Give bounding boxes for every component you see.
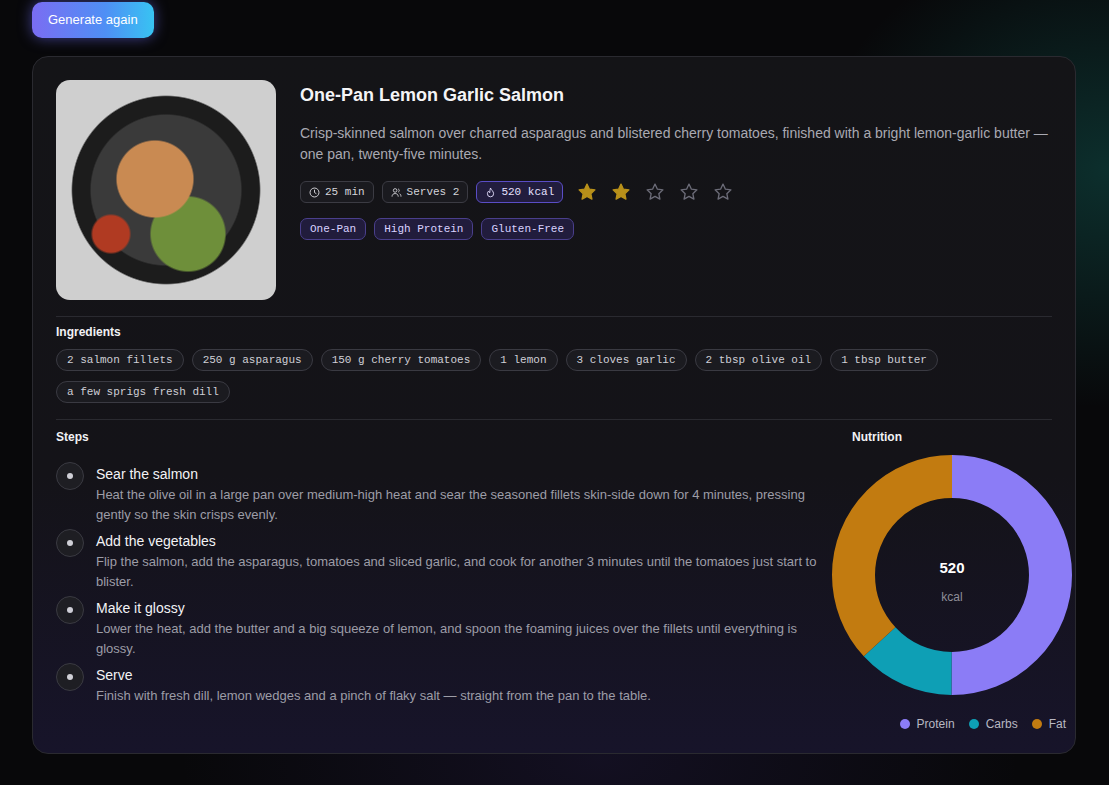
step-title: Sear the salmon xyxy=(96,466,820,482)
recipe-description: Crisp-skinned salmon over charred aspara… xyxy=(300,123,1052,165)
tag-list: One-Pan High Protein Gluten-Free xyxy=(300,218,1052,240)
legend-dot xyxy=(900,719,910,729)
calorie-total: 520 xyxy=(939,559,964,576)
recipe-title: One-Pan Lemon Garlic Salmon xyxy=(300,83,1052,107)
step-title: Add the vegetables xyxy=(96,533,820,549)
empty-star-icon[interactable] xyxy=(713,182,733,202)
step-item: Sear the salmon Heat the olive oil in a l… xyxy=(56,466,820,525)
step-text: Heat the olive oil in a large pan over m… xyxy=(96,485,820,525)
step-item: Make it glossy Lower the heat, add the bu… xyxy=(56,600,820,659)
legend-item: Carbs xyxy=(969,715,1018,733)
donut-segment xyxy=(854,477,1051,674)
step-title: Make it glossy xyxy=(96,600,820,616)
step-content: Sear the salmon Heat the olive oil in a l… xyxy=(96,466,820,525)
legend-dot xyxy=(969,719,979,729)
step-text: Flip the salmon, add the asparagus, toma… xyxy=(96,552,820,592)
step-bullet xyxy=(56,663,84,691)
flame-icon xyxy=(485,187,496,198)
nutrition-section: Nutrition520kcalProteinCarbsFat xyxy=(852,430,1052,733)
meta-chip: 520 kcal xyxy=(476,181,563,203)
step-title: Serve xyxy=(96,667,820,683)
ingredients-heading: Ingredients xyxy=(56,325,1052,339)
ingredient-chip: 1 lemon xyxy=(489,349,557,371)
step-bullet xyxy=(56,596,84,624)
empty-star-icon[interactable] xyxy=(645,182,665,202)
legend-label: Protein xyxy=(917,715,955,733)
donut-segment xyxy=(854,477,1051,674)
tag[interactable]: High Protein xyxy=(374,218,473,240)
filled-star-icon[interactable] xyxy=(577,182,597,202)
ingredient-chip: 3 cloves garlic xyxy=(566,349,687,371)
step-text: Lower the heat, add the butter and a big… xyxy=(96,619,820,659)
legend-label: Fat xyxy=(1049,715,1066,733)
recipe-meta: 25 min Serves 2 520 kcal xyxy=(300,181,1052,203)
empty-star-icon[interactable] xyxy=(679,182,699,202)
ingredient-chip: 1 tbsp butter xyxy=(830,349,938,371)
recipe-info: One-Pan Lemon Garlic Salmon Crisp-skinned… xyxy=(300,80,1052,300)
steps-section: Steps Sear the salmon Heat the olive oil i… xyxy=(56,430,820,733)
step-dot xyxy=(67,674,73,680)
meta-text: 520 kcal xyxy=(501,185,554,199)
ingredient-list: 2 salmon fillets 250 g asparagus 150 g che… xyxy=(56,349,1052,403)
nutrition-donut-chart: 520 kcal xyxy=(832,455,1072,695)
ingredient-chip: 2 tbsp olive oil xyxy=(695,349,823,371)
meta-text: 25 min xyxy=(325,185,365,199)
step-content: Add the vegetables Flip the salmon, add t… xyxy=(96,533,820,592)
step-item: Add the vegetables Flip the salmon, add t… xyxy=(56,533,820,592)
recipe-header: One-Pan Lemon Garlic Salmon Crisp-skinned… xyxy=(56,80,1052,300)
legend-item: Protein xyxy=(900,715,955,733)
donut-segment xyxy=(854,477,1051,674)
recipe-photo xyxy=(56,80,276,300)
tag[interactable]: Gluten-Free xyxy=(481,218,574,240)
step-content: Make it glossy Lower the heat, add the bu… xyxy=(96,600,820,659)
step-bullet xyxy=(56,462,84,490)
step-item: Serve Finish with fresh dill, lemon wedge… xyxy=(56,667,820,706)
ingredient-chip: 250 g asparagus xyxy=(192,349,313,371)
calorie-unit: kcal xyxy=(941,590,962,604)
clock-icon xyxy=(309,187,320,198)
step-dot xyxy=(67,540,73,546)
ingredient-chip: 150 g cherry tomatoes xyxy=(321,349,482,371)
lower-section: Steps Sear the salmon Heat the olive oil i… xyxy=(56,419,1052,733)
step-dot xyxy=(67,473,73,479)
meta-text: Serves 2 xyxy=(407,185,460,199)
steps-heading: Steps xyxy=(56,430,820,444)
legend-label: Carbs xyxy=(986,715,1018,733)
meta-chip: 25 min xyxy=(300,181,374,203)
filled-star-icon[interactable] xyxy=(611,182,631,202)
star-rating[interactable] xyxy=(577,182,733,202)
legend-dot xyxy=(1032,719,1042,729)
step-list: Sear the salmon Heat the olive oil in a l… xyxy=(56,466,820,706)
step-dot xyxy=(67,607,73,613)
nutrition-heading: Nutrition xyxy=(852,430,1052,444)
step-text: Finish with fresh dill, lemon wedges and… xyxy=(96,686,820,706)
people-icon xyxy=(391,187,402,198)
step-content: Serve Finish with fresh dill, lemon wedge… xyxy=(96,667,820,706)
step-bullet xyxy=(56,529,84,557)
ingredients-section: Ingredients 2 salmon fillets 250 g asparag… xyxy=(56,316,1052,419)
meta-chip: Serves 2 xyxy=(382,181,469,203)
generate-again-button[interactable]: Generate again xyxy=(32,2,154,38)
chart-legend: Protein Carbs Fat xyxy=(852,715,1072,733)
ingredient-chip: 2 salmon fillets xyxy=(56,349,184,371)
recipe-card: One-Pan Lemon Garlic Salmon Crisp-skinned… xyxy=(32,56,1076,754)
tag[interactable]: One-Pan xyxy=(300,218,366,240)
legend-item: Fat xyxy=(1032,715,1066,733)
ingredient-chip: a few sprigs fresh dill xyxy=(56,381,230,403)
